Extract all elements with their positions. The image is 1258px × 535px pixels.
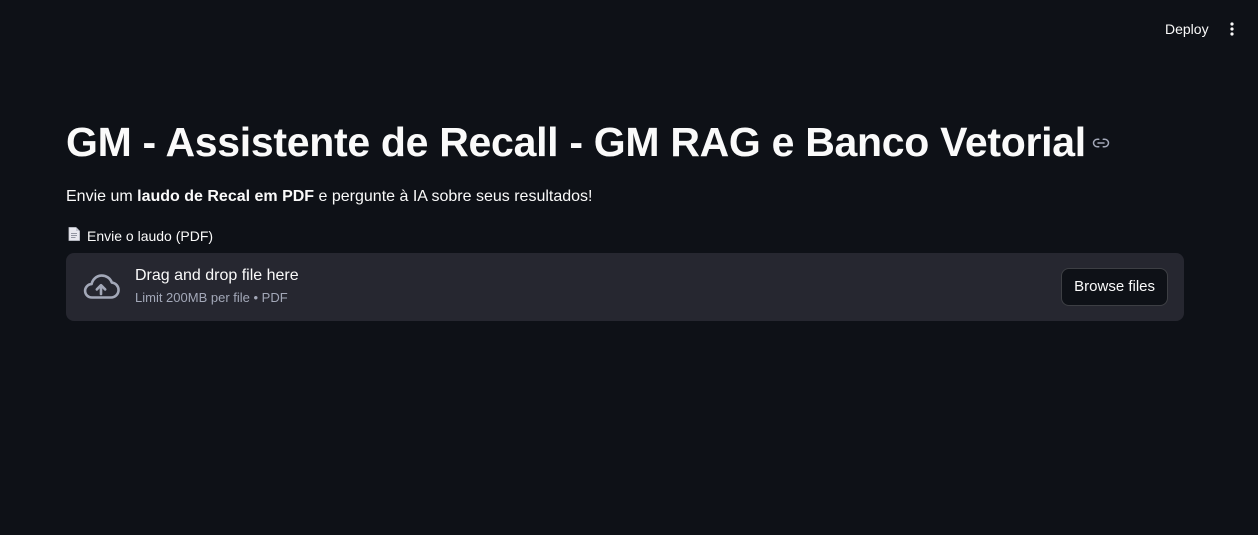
file-limit-text: Limit 200MB per file • PDF: [135, 290, 288, 305]
dropzone-instruction-text: Drag and drop file here: [135, 267, 299, 284]
main-menu-button[interactable]: [1220, 16, 1244, 42]
uploader-label-text: Envie o laudo (PDF): [87, 228, 214, 244]
intro-bold: laudo de Recal em PDF: [137, 188, 315, 205]
dropzone-instructions: Drag and drop file here Limit 200MB per …: [135, 265, 299, 307]
cloud-upload-icon: [82, 273, 120, 306]
browse-files-button[interactable]: Browse files: [1061, 268, 1168, 306]
header-anchor-link[interactable]: [1092, 134, 1110, 157]
intro-suffix: e pergunte à IA sobre seus resultados!: [314, 188, 593, 205]
app-toolbar: Deploy: [0, 0, 1258, 58]
intro-text: Envie um laudo de Recal em PDF e pergunt…: [66, 186, 592, 208]
uploader-label: Envie o laudo (PDF): [68, 227, 213, 245]
intro-prefix: Envie um: [66, 188, 138, 205]
title-row: GM - Assistente de Recall - GM RAG e Ban…: [66, 116, 1110, 168]
link-icon: [1092, 138, 1110, 147]
document-icon: [68, 227, 80, 245]
deploy-button[interactable]: Deploy: [1156, 16, 1218, 42]
more-vertical-icon: [1230, 22, 1234, 36]
file-dropzone[interactable]: Drag and drop file here Limit 200MB per …: [66, 253, 1184, 321]
page-title: GM - Assistente de Recall - GM RAG e Ban…: [66, 119, 1086, 165]
